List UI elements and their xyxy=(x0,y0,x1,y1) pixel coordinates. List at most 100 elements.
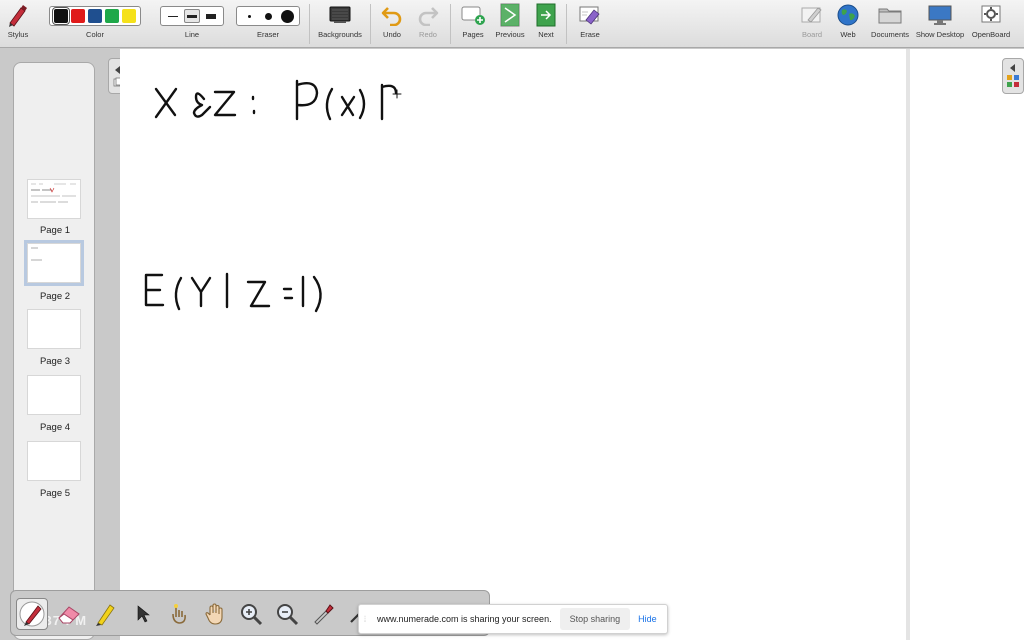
undo-label: Undo xyxy=(383,30,401,39)
play-tool-button[interactable] xyxy=(163,598,195,630)
page-label-2: Page 2 xyxy=(39,291,71,302)
zoom-in-button[interactable] xyxy=(235,598,267,630)
web-button[interactable]: Web xyxy=(834,0,862,48)
page-thumbnail-5[interactable] xyxy=(27,441,81,481)
eraser-icon xyxy=(58,606,80,624)
board-icon xyxy=(800,0,824,30)
handwritten-line-1 xyxy=(154,79,402,121)
documents-button[interactable]: Documents xyxy=(868,0,912,48)
globe-icon xyxy=(836,0,860,30)
main-toolbar: Stylus Color Line Eraser Backgrounds Und… xyxy=(0,0,1024,48)
openboard-button[interactable]: OpenBoard xyxy=(970,0,1012,48)
next-label: Next xyxy=(538,30,554,39)
line-thick-button[interactable] xyxy=(203,9,219,23)
whiteboard-canvas[interactable] xyxy=(120,49,906,640)
page-label-5: Page 5 xyxy=(39,488,71,499)
page-thumbnail-2[interactable] xyxy=(24,240,84,286)
erase-label: Erase xyxy=(580,30,600,39)
handwriting-layer xyxy=(144,79,402,313)
board-button[interactable]: Board xyxy=(798,0,826,48)
page-label-1: Page 1 xyxy=(39,225,71,236)
collapse-library-panel-button[interactable] xyxy=(1002,58,1024,94)
page-thumbnail-4[interactable] xyxy=(27,375,81,415)
screen-sharing-notice: ⦙ www.numerade.com is sharing your scree… xyxy=(358,604,668,634)
selector-tool-button[interactable] xyxy=(127,598,159,630)
backgrounds-label: Backgrounds xyxy=(318,30,362,39)
toolbar-divider xyxy=(370,4,371,44)
previous-page-icon xyxy=(499,0,521,30)
line-thin-button[interactable] xyxy=(165,9,181,23)
pointer-icon xyxy=(137,605,150,623)
page-1-preview xyxy=(31,183,76,203)
marker-tool-button[interactable] xyxy=(89,598,121,630)
backgrounds-icon xyxy=(328,0,352,30)
backgrounds-button[interactable]: Backgrounds xyxy=(316,0,364,48)
color-swatch-black[interactable] xyxy=(52,7,70,25)
redo-label: Redo xyxy=(419,30,437,39)
color-swatch-blue[interactable] xyxy=(88,9,102,23)
eraser-size-palette xyxy=(236,6,300,26)
right-panel-area xyxy=(910,49,1024,640)
capture-tool-button[interactable] xyxy=(307,598,339,630)
line-label: Line xyxy=(184,30,200,39)
eraser-small-button[interactable] xyxy=(241,9,257,23)
page-label-4: Page 4 xyxy=(39,422,71,433)
redo-button[interactable]: Redo xyxy=(414,0,442,48)
erase-board-icon xyxy=(578,0,602,30)
eraser-tool-button[interactable] xyxy=(53,598,85,630)
eraser-large-button[interactable] xyxy=(279,9,295,23)
monitor-icon xyxy=(927,0,953,30)
laser-pointer-icon xyxy=(172,604,186,624)
hand-tool-button[interactable] xyxy=(199,598,231,630)
toolbar-divider xyxy=(566,4,567,44)
stylus-icon xyxy=(6,0,30,30)
color-picker-icon xyxy=(314,604,334,625)
toolbar-divider xyxy=(450,4,451,44)
hide-notice-button[interactable]: Hide xyxy=(638,614,657,624)
page-label-3: Page 3 xyxy=(39,356,71,367)
documents-label: Documents xyxy=(871,30,909,39)
hand-icon xyxy=(205,603,223,625)
drag-handle-icon[interactable]: ⦙ xyxy=(364,614,374,625)
show-desktop-button[interactable]: Show Desktop xyxy=(914,0,966,48)
line-medium-button[interactable] xyxy=(184,9,200,23)
eraser-label: Eraser xyxy=(256,30,280,39)
line-width-palette xyxy=(160,6,224,26)
zoom-in-icon xyxy=(241,604,263,626)
handwritten-line-2 xyxy=(144,272,322,313)
page-thumbnail-3[interactable] xyxy=(27,309,81,349)
eraser-group: Eraser xyxy=(236,0,300,48)
previous-label: Previous xyxy=(495,30,525,39)
previous-button[interactable]: Previous xyxy=(494,0,526,48)
openboard-label: OpenBoard xyxy=(971,30,1011,39)
zoom-out-button[interactable] xyxy=(271,598,303,630)
stylus-button[interactable]: Stylus xyxy=(4,0,32,48)
highlighter-icon xyxy=(96,604,115,626)
color-swatch-green[interactable] xyxy=(105,9,119,23)
toolbar-divider xyxy=(309,4,310,44)
page-thumbnail-1[interactable] xyxy=(27,179,81,219)
library-icon xyxy=(1007,75,1019,87)
color-swatch-yellow[interactable] xyxy=(122,9,136,23)
folder-icon xyxy=(877,0,903,30)
pages-panel: Page 1 Page 2 Page 3 Page 4 Page 5 xyxy=(0,48,108,640)
color-swatch-red[interactable] xyxy=(71,9,85,23)
page-2-preview xyxy=(31,247,42,261)
eraser-medium-button[interactable] xyxy=(260,9,276,23)
web-label: Web xyxy=(840,30,856,39)
pen-tool-button[interactable] xyxy=(16,598,48,630)
pages-button[interactable]: Pages xyxy=(458,0,488,48)
zoom-out-icon xyxy=(277,604,299,626)
page-thumbnails-list[interactable]: Page 1 Page 2 Page 3 Page 4 Page 5 xyxy=(13,62,95,640)
board-label: Board xyxy=(801,30,822,39)
erase-button[interactable]: Erase xyxy=(576,0,604,48)
color-label: Color xyxy=(86,30,104,39)
stop-sharing-button[interactable]: Stop sharing xyxy=(559,608,631,630)
next-button[interactable]: Next xyxy=(532,0,560,48)
settings-gear-icon xyxy=(979,0,1003,30)
stylus-label: Stylus xyxy=(7,30,29,39)
color-group: Color xyxy=(42,0,148,48)
undo-button[interactable]: Undo xyxy=(378,0,406,48)
pages-label: Pages xyxy=(462,30,484,39)
pen-icon xyxy=(19,601,45,627)
